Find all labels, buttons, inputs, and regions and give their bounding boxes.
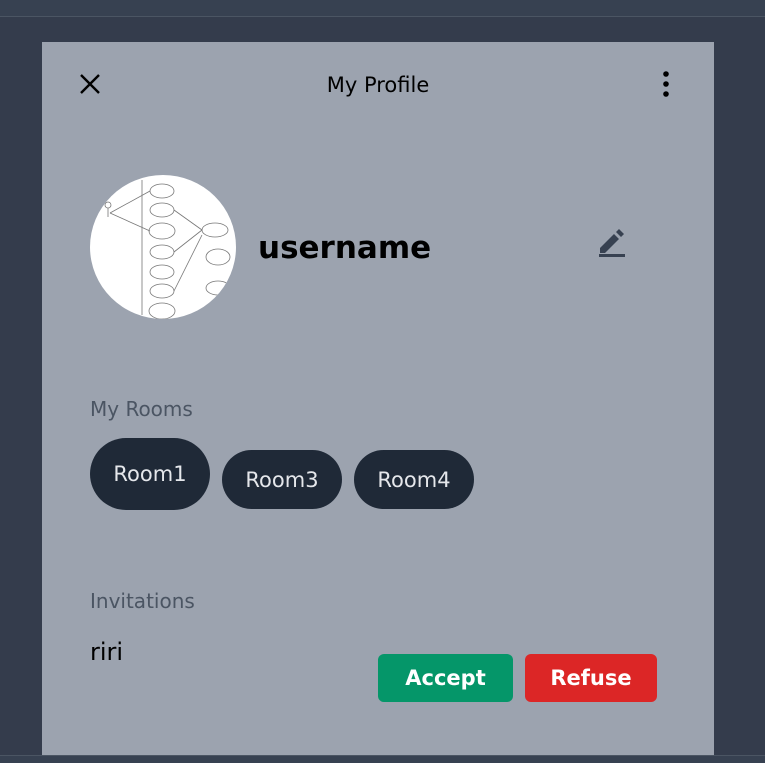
- page-title: My Profile: [326, 73, 430, 97]
- invitation-sender: riri: [90, 638, 124, 666]
- avatar: [90, 175, 236, 319]
- rooms-heading: My Rooms: [90, 397, 193, 421]
- more-vertical-icon[interactable]: [656, 70, 676, 100]
- room-chip[interactable]: Room4: [354, 450, 474, 509]
- invitations-heading: Invitations: [90, 589, 195, 613]
- username: username: [258, 230, 432, 266]
- room-chip[interactable]: Room3: [222, 450, 342, 509]
- profile-panel: My Profile username My Rooms Room1 Room3…: [42, 42, 714, 755]
- room-chip[interactable]: Room1: [90, 438, 210, 510]
- top-bar: [0, 0, 765, 17]
- bottom-bar: [0, 755, 765, 763]
- pencil-icon[interactable]: [596, 226, 628, 258]
- accept-button[interactable]: Accept: [378, 654, 513, 702]
- refuse-button[interactable]: Refuse: [525, 654, 657, 702]
